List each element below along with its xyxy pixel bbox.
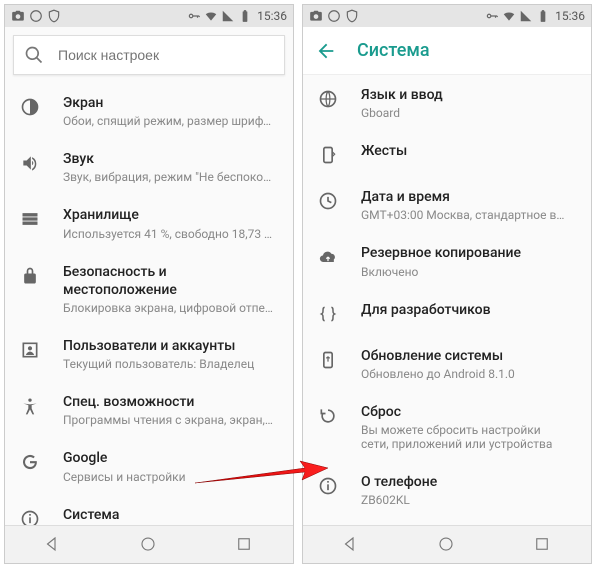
item-sub: Сервисы и настройки <box>63 470 273 484</box>
item-cert[interactable]: Ярлыки сертификации <box>303 518 591 525</box>
item-developer[interactable]: Для разработчиков <box>303 290 591 336</box>
braces-icon <box>317 303 339 325</box>
clock-icon <box>317 190 339 212</box>
item-label: Резервное копирование <box>361 244 577 262</box>
shield-icon <box>47 9 61 23</box>
item-label: Безопасность и местоположение <box>63 263 279 299</box>
item-sub: Вы можете сбросить настройки сети, прило… <box>361 423 561 451</box>
battery-icon <box>536 9 550 23</box>
status-time: 15:36 <box>555 9 585 23</box>
lock-icon <box>19 265 41 287</box>
google-icon <box>19 451 41 473</box>
item-sub: Включено <box>361 265 571 279</box>
item-label: Спец. возможности <box>63 393 279 411</box>
item-label: Хранилище <box>63 206 279 224</box>
item-datetime[interactable]: Дата и время GMT+03:00 Москва, стандартно… <box>303 177 591 233</box>
item-backup[interactable]: Резервное копирование Включено <box>303 233 591 289</box>
item-label: Дата и время <box>361 188 577 206</box>
item-label: О телефоне <box>361 473 577 491</box>
reset-icon <box>317 405 339 427</box>
sound-icon <box>19 152 41 174</box>
item-sub: Программы чтения с экрана, экран, эл... <box>63 413 273 427</box>
item-security[interactable]: Безопасность и местоположение Блокировка … <box>5 252 293 326</box>
item-google[interactable]: Google Сервисы и настройки <box>5 438 293 494</box>
battery-icon <box>238 9 252 23</box>
item-about[interactable]: О телефоне ZB602KL <box>303 462 591 518</box>
item-label: Сброс <box>361 403 577 421</box>
app-header: Система <box>303 27 591 75</box>
page-title: Система <box>357 40 430 61</box>
shield-icon <box>345 9 359 23</box>
item-label: Экран <box>63 94 279 112</box>
item-sub: Текущий пользователь: Владелец <box>63 357 273 371</box>
signal-icon <box>519 9 533 23</box>
item-label: Обновление системы <box>361 347 577 365</box>
storage-icon <box>19 208 41 230</box>
nav-home-icon[interactable] <box>437 535 457 555</box>
item-label: Пользователи и аккаунты <box>63 337 279 355</box>
back-button[interactable] <box>315 40 337 62</box>
item-sub: ZB602KL <box>361 493 571 507</box>
update-icon <box>317 349 339 371</box>
item-label: Жесты <box>361 142 577 160</box>
search-input[interactable] <box>58 47 274 63</box>
display-icon <box>19 96 41 118</box>
user-icon <box>19 339 41 361</box>
item-sub: Блокировка экрана, цифровой отпеча... <box>63 301 273 315</box>
key-icon <box>485 9 499 23</box>
item-gestures[interactable]: Жесты <box>303 131 591 177</box>
item-reset[interactable]: Сброс Вы можете сбросить настройки сети, … <box>303 392 591 462</box>
camera-icon <box>11 9 25 23</box>
item-label: Звук <box>63 150 279 168</box>
wifi-icon <box>204 9 218 23</box>
nav-recent-icon[interactable] <box>235 535 255 555</box>
info-icon <box>317 475 339 497</box>
system-settings-screen: 15:36 Система Язык и ввод Gboard Жесты Да… <box>302 4 592 564</box>
nav-back-icon[interactable] <box>43 535 63 555</box>
settings-list: Экран Обои, спящий режим, размер шрифта З… <box>5 83 293 525</box>
gesture-icon <box>317 144 339 166</box>
item-storage[interactable]: Хранилище Используется 41 %, свободно 18,… <box>5 195 293 251</box>
wifi-icon <box>502 9 516 23</box>
item-label: Система <box>63 506 279 524</box>
nav-bar <box>303 525 591 563</box>
item-display[interactable]: Экран Обои, спящий режим, размер шрифта <box>5 83 293 139</box>
item-sub: Звук, вибрация, режим "Не беспокоить" <box>63 170 273 184</box>
globe-icon <box>317 88 339 110</box>
settings-main-screen: 15:36 Экран Обои, спящий режим, размер шр… <box>4 4 294 564</box>
item-sound[interactable]: Звук Звук, вибрация, режим "Не беспокоить… <box>5 139 293 195</box>
item-system[interactable]: СистемаЯзык, время, резервное копировани… <box>5 495 293 526</box>
key-icon <box>187 9 201 23</box>
info-icon <box>19 508 41 526</box>
signal-icon <box>221 9 235 23</box>
item-label: Язык и ввод <box>361 86 577 104</box>
item-label: Для разработчиков <box>361 301 577 319</box>
item-sub: Обои, спящий режим, размер шрифта <box>63 114 273 128</box>
item-sub: GMT+03:00 Москва, стандартное время <box>361 208 571 222</box>
cloud-upload-icon <box>317 246 339 268</box>
search-settings[interactable] <box>13 35 285 75</box>
status-bar: 15:36 <box>5 5 293 27</box>
nav-home-icon[interactable] <box>139 535 159 555</box>
item-update[interactable]: Обновление системы Обновлено до Android 8… <box>303 336 591 392</box>
search-icon <box>24 45 44 65</box>
accessibility-icon <box>19 395 41 417</box>
nav-bar <box>5 525 293 563</box>
item-sub: Обновлено до Android 8.1.0 <box>361 367 571 381</box>
nav-back-icon[interactable] <box>341 535 361 555</box>
status-time: 15:36 <box>257 9 287 23</box>
item-label: Google <box>63 449 279 467</box>
item-sub: Используется 41 %, свободно 18,73 ГБ <box>63 227 273 241</box>
system-list: Язык и ввод Gboard Жесты Дата и время GMT+… <box>303 75 591 525</box>
item-sub: Gboard <box>361 106 571 120</box>
item-users[interactable]: Пользователи и аккаунты Текущий пользоват… <box>5 326 293 382</box>
notification-icon <box>327 9 341 23</box>
item-accessibility[interactable]: Спец. возможности Программы чтения с экра… <box>5 382 293 438</box>
camera-icon <box>309 9 323 23</box>
status-bar: 15:36 <box>303 5 591 27</box>
item-language[interactable]: Язык и ввод Gboard <box>303 75 591 131</box>
notification-icon <box>29 9 43 23</box>
nav-recent-icon[interactable] <box>533 535 553 555</box>
